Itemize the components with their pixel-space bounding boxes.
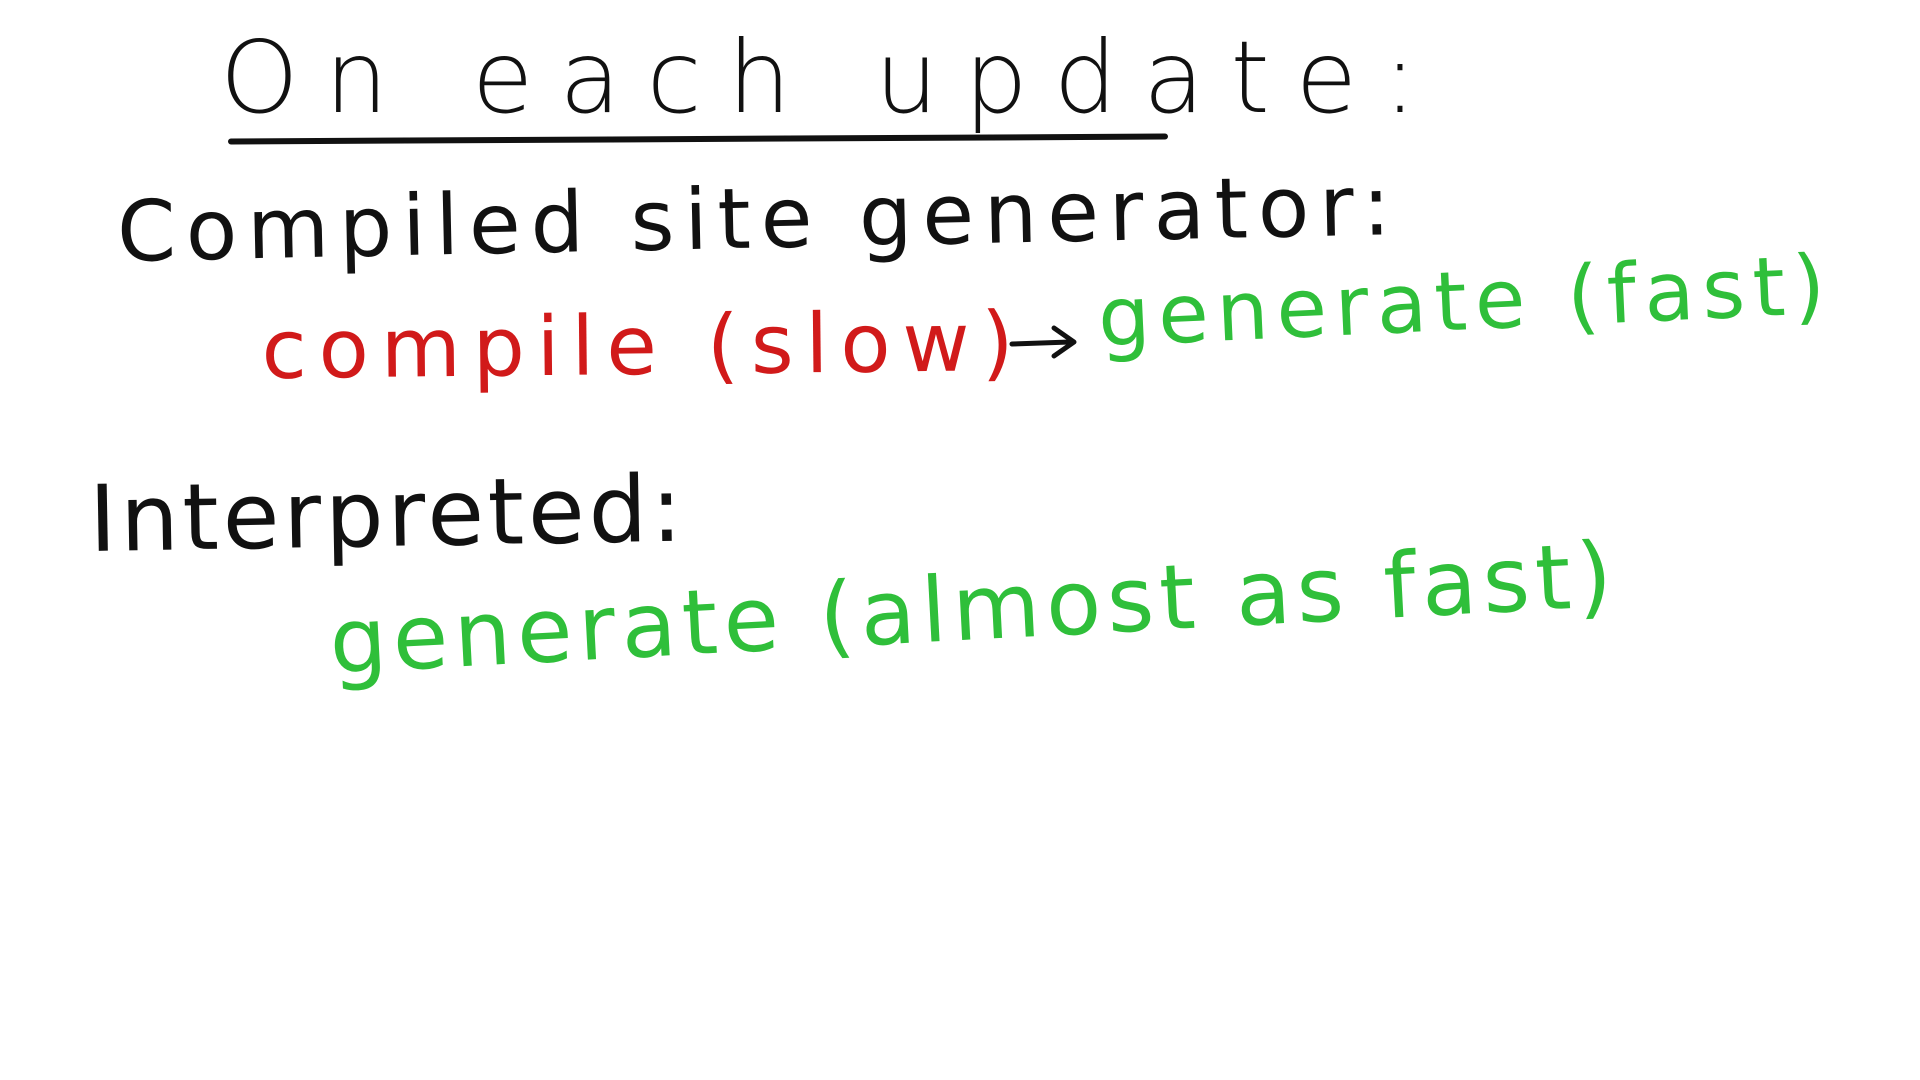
interpreted-heading: Interpreted: (88, 455, 687, 573)
page-title: On each update: (220, 19, 1443, 136)
compile-step-label: compile (slow) (261, 295, 1027, 398)
arrow-right-icon (1009, 325, 1077, 359)
whiteboard-canvas: On each update: Compiled site generator:… (0, 0, 1920, 1080)
generate-fast-label: generate (fast) (1095, 237, 1836, 366)
compiled-heading: Compiled site generator: (116, 156, 1402, 281)
